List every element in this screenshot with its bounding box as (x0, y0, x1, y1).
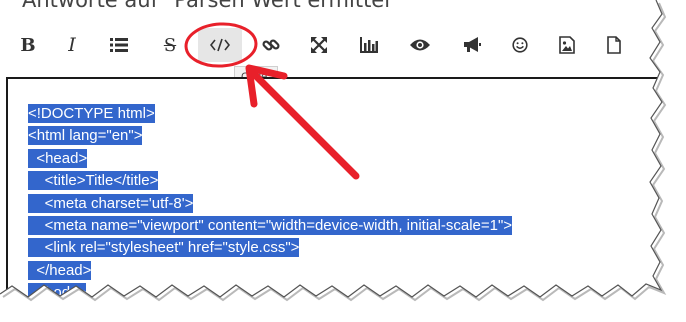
announce-button[interactable] (458, 28, 486, 62)
editor-window: Antworte auf "Parsen Wert ermittel B I S (0, 0, 662, 296)
code-line: <link rel="stylesheet" href="style.css"> (28, 238, 300, 258)
code-line: <meta name="viewport" content="width=dev… (28, 216, 513, 236)
document-icon (607, 36, 621, 54)
megaphone-icon (464, 37, 481, 52)
code-line: <head> (28, 148, 88, 168)
document-button[interactable] (600, 28, 628, 62)
italic-icon: I (68, 34, 76, 56)
emoji-button[interactable] (506, 28, 534, 62)
strikethrough-icon: S (163, 34, 177, 56)
code-line: <meta charset='utf-8'> (28, 193, 194, 213)
formatting-toolbar: B I S (0, 28, 662, 62)
code-line: <title>Title</title> (28, 171, 159, 191)
preview-button[interactable] (406, 28, 434, 62)
italic-button[interactable]: I (58, 28, 86, 62)
expand-icon (311, 37, 327, 53)
code-editor[interactable]: <!DOCTYPE html> <html lang="en"> <head> … (6, 77, 662, 296)
eye-icon (410, 39, 430, 51)
smiley-icon (512, 37, 528, 53)
code-button[interactable] (198, 28, 242, 62)
link-icon (262, 39, 280, 51)
bar-chart-icon (360, 37, 378, 53)
page-title: Antworte auf "Parsen Wert ermittel (22, 0, 391, 12)
chart-button[interactable] (355, 28, 383, 62)
bold-button[interactable]: B (14, 28, 42, 62)
selected-code[interactable]: <!DOCTYPE html> <html lang="en"> <head> … (28, 103, 513, 296)
code-icon (210, 38, 230, 52)
code-line: </head> (28, 260, 92, 280)
image-icon (559, 36, 575, 54)
list-icon (110, 38, 128, 52)
bold-icon: B (20, 34, 36, 56)
code-line: <!DOCTYPE html> (28, 104, 155, 123)
code-line: <html lang="en"> (28, 126, 143, 146)
link-button[interactable] (257, 28, 285, 62)
code-line: <body> (28, 282, 512, 296)
strikethrough-button[interactable]: S (156, 28, 184, 62)
image-button[interactable] (553, 28, 581, 62)
fullscreen-button[interactable] (305, 28, 333, 62)
bulleted-list-button[interactable] (105, 28, 133, 62)
